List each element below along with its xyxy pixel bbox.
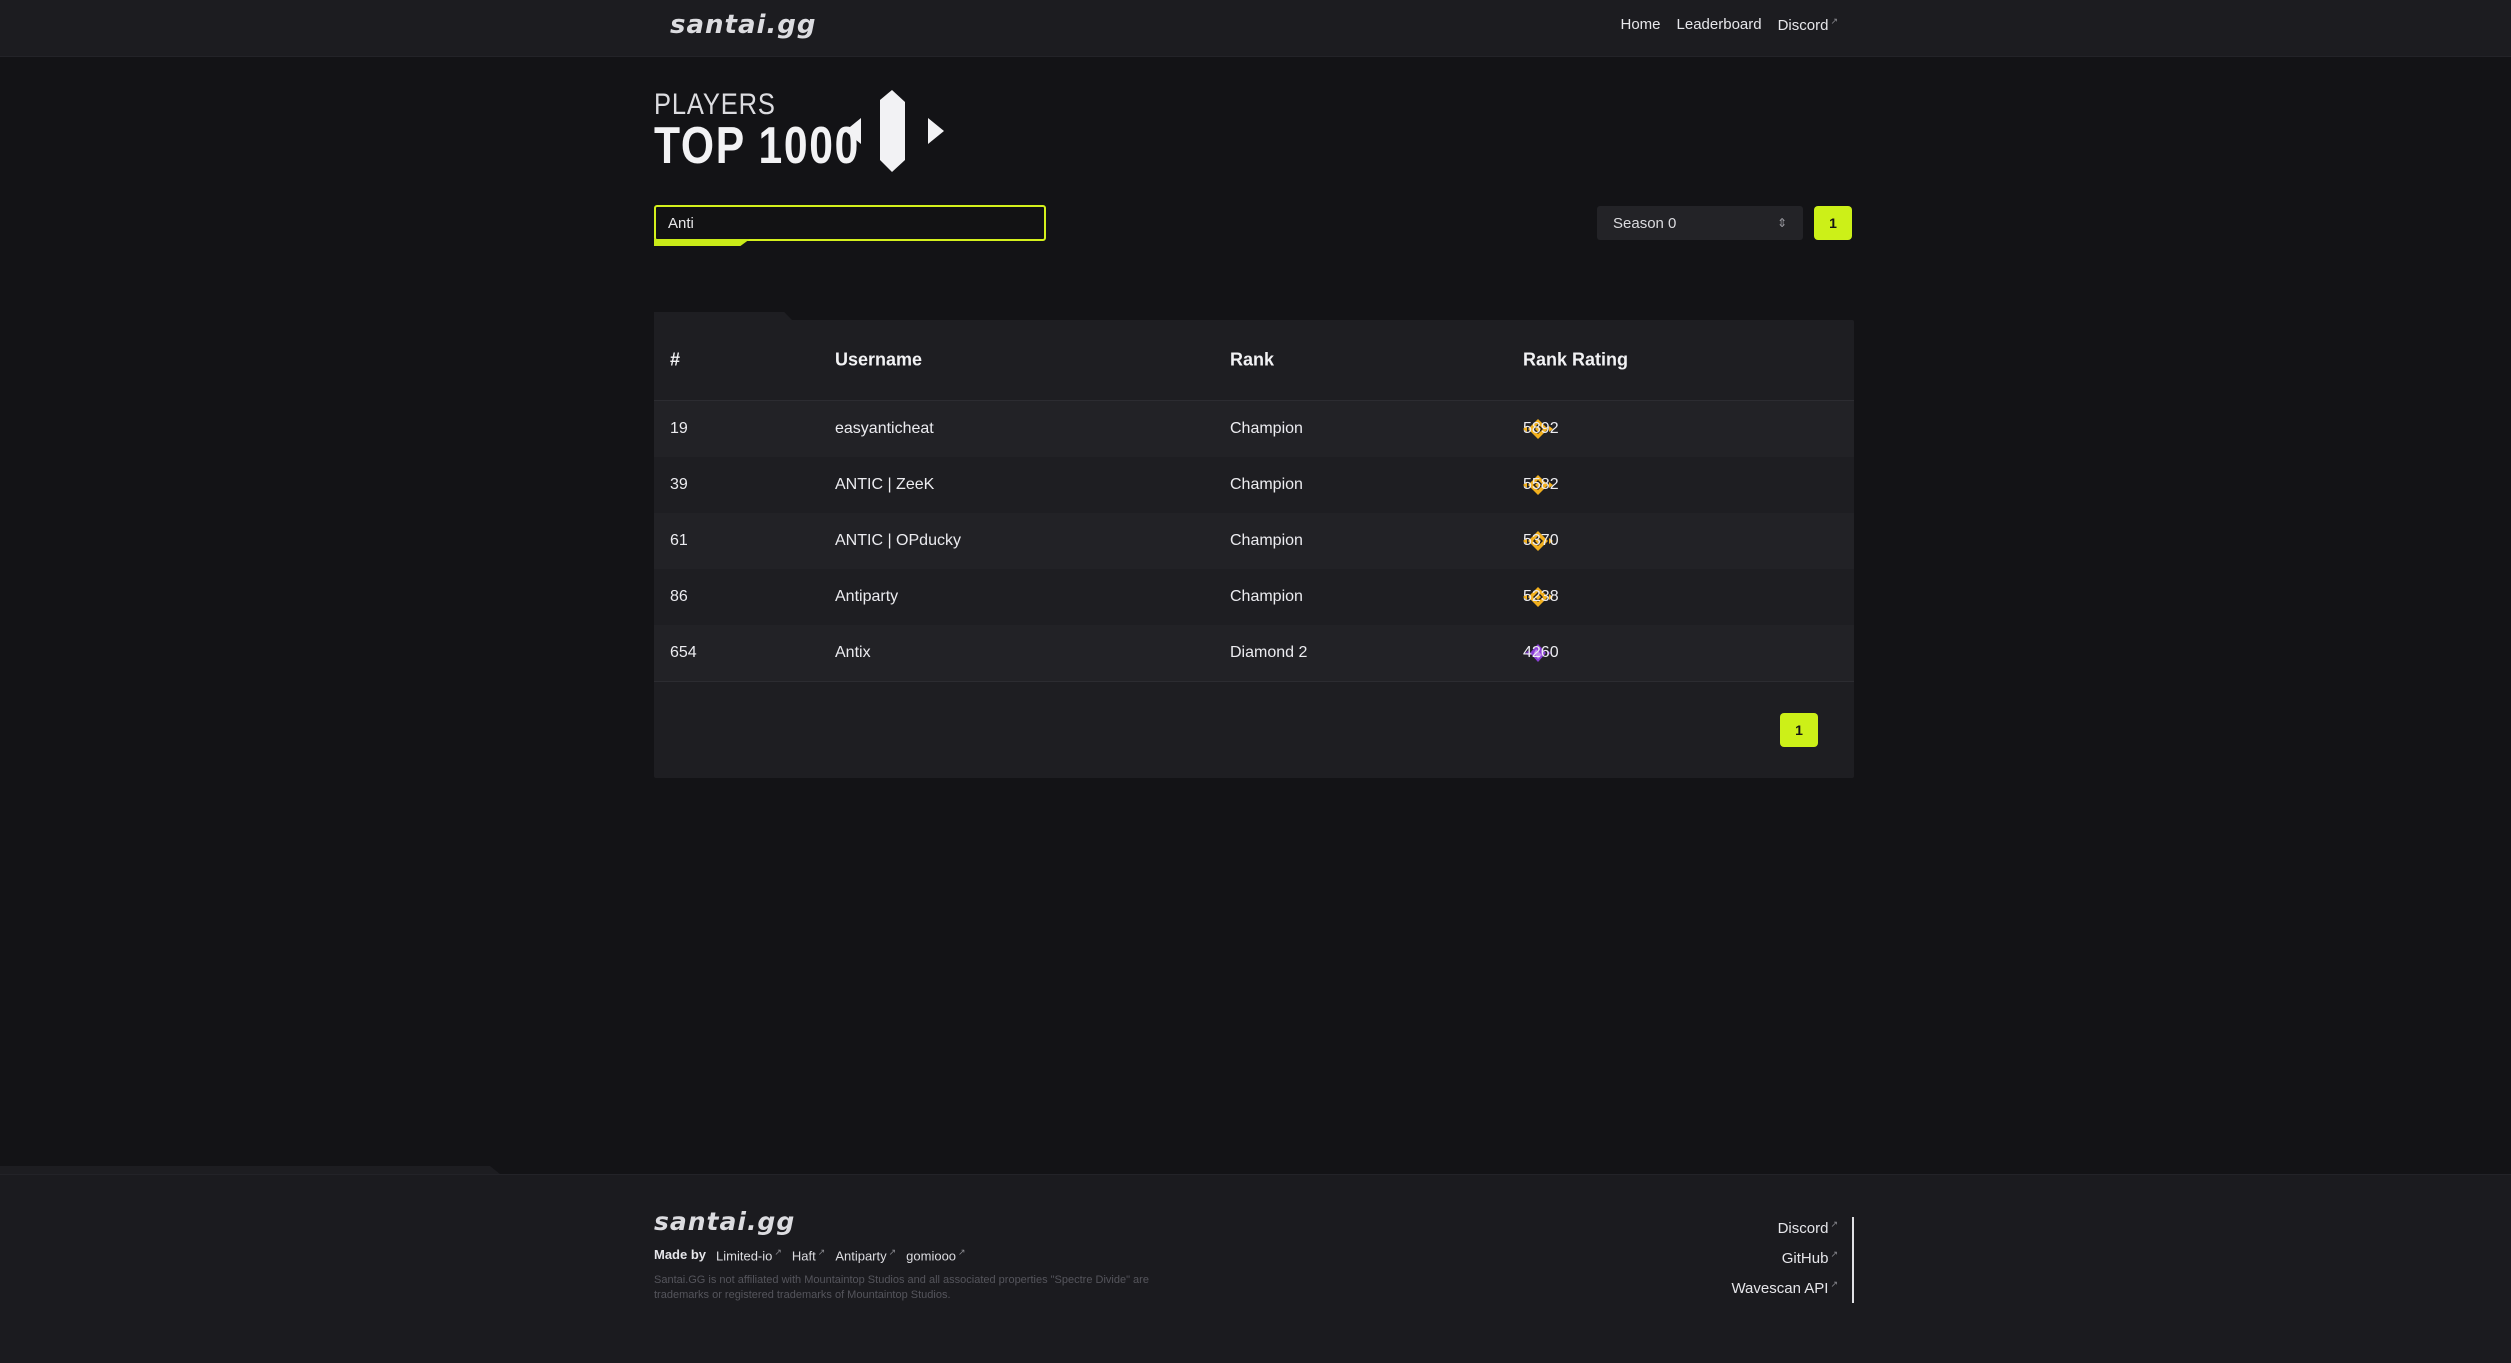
page-title: TOP 1000: [654, 117, 860, 175]
row-rating: 5892: [1523, 418, 1559, 440]
table-header: # Username Rank Rank Rating: [654, 320, 1854, 401]
site-logo[interactable]: santai.gg: [670, 10, 817, 40]
external-link-icon: ↗: [1830, 1249, 1838, 1259]
season-select-value: Season 0: [1613, 214, 1677, 232]
nav-leaderboard-link[interactable]: Leaderboard: [1677, 16, 1762, 34]
footer-github-link[interactable]: GitHub ↗: [1782, 1249, 1838, 1267]
author-link-antiparty[interactable]: Antiparty ↗: [835, 1247, 896, 1263]
rating-value: 5892: [1523, 420, 1559, 437]
rating-value: 5238: [1523, 588, 1559, 605]
page-button-top[interactable]: 1: [1814, 206, 1852, 240]
column-header-rank-rating: Rank Rating: [1523, 349, 1629, 370]
rating-value: 5582: [1523, 476, 1559, 493]
player-search-input[interactable]: [654, 205, 1046, 241]
row-rank: Diamond 2: [1230, 644, 1308, 661]
external-link-icon: ↗: [817, 1247, 826, 1257]
footer-nav: Discord ↗ GitHub ↗ Wavescan API ↗: [1731, 1219, 1838, 1297]
table-row[interactable]: 86 Antiparty Champion 5238: [654, 569, 1854, 625]
top-navbar: santai.gg Home Leaderboard Discord ↗: [0, 0, 2511, 57]
table-row[interactable]: 654 Antix Diamond 2 4260: [654, 625, 1854, 681]
footer-disclaimer: Santai.GG is not affiliated with Mountai…: [654, 1274, 1149, 1301]
row-rank: Champion: [1230, 588, 1303, 605]
row-rank: Champion: [1230, 532, 1303, 549]
external-link-icon: ↗: [774, 1247, 782, 1257]
table-row[interactable]: 19 easyanticheat Champion 5892: [654, 401, 1854, 457]
column-header-rank: Rank: [1230, 349, 1275, 370]
footer-wavescan-api-link[interactable]: Wavescan API ↗: [1731, 1279, 1838, 1297]
row-username[interactable]: ANTIC | ZeeK: [835, 476, 934, 494]
row-position: 86: [670, 588, 688, 605]
external-link-icon: ↗: [1830, 1219, 1838, 1229]
external-link-icon: ↗: [888, 1247, 897, 1257]
site-footer: santai.gg Made by Limited-io ↗ Haft ↗ Anti…: [0, 1174, 2511, 1363]
column-header-username: Username: [835, 349, 923, 370]
main-nav: Home Leaderboard Discord ↗: [1621, 16, 1839, 34]
column-header-position: #: [670, 349, 681, 370]
table-row[interactable]: 61 ANTIC | OPducky Champion 5370: [654, 513, 1854, 569]
nav-discord-link[interactable]: Discord ↗: [1778, 16, 1838, 34]
row-username[interactable]: ANTIC | OPducky: [835, 532, 961, 550]
select-arrows-icon: ⇕: [1776, 216, 1787, 230]
rating-value: 4260: [1523, 644, 1559, 661]
row-position: 654: [670, 644, 697, 661]
table-footer: 1: [654, 681, 1854, 779]
made-by-label: Made by: [654, 1247, 707, 1262]
search-container: [654, 205, 1046, 246]
row-position: 39: [670, 476, 688, 493]
footer-discord-link[interactable]: Discord ↗: [1778, 1219, 1838, 1237]
external-link-icon: ↗: [1830, 16, 1838, 26]
season-select[interactable]: Season 0 ⇕: [1597, 206, 1803, 240]
table-body: 19 easyanticheat Champion 5892 39 ANTIC …: [654, 401, 1854, 681]
footer-divider: [1852, 1217, 1854, 1303]
search-accent-bar: [654, 239, 750, 246]
nav-home-link[interactable]: Home: [1621, 16, 1661, 34]
row-rating: 5370: [1523, 530, 1559, 552]
external-link-icon: ↗: [1830, 1279, 1838, 1289]
row-username[interactable]: easyanticheat: [835, 420, 934, 438]
row-position: 61: [670, 532, 688, 549]
leaderboard-table: # Username Rank Rank Rating 19 easyantic…: [654, 320, 1854, 778]
row-position: 19: [670, 420, 688, 437]
made-by-credits: Made by Limited-io ↗ Haft ↗ Antiparty ↗ gom…: [654, 1247, 966, 1263]
row-rank: Champion: [1230, 420, 1303, 437]
row-rank: Champion: [1230, 476, 1303, 493]
row-rating: 5238: [1523, 586, 1559, 608]
rating-value: 5370: [1523, 532, 1559, 549]
row-username[interactable]: Antix: [835, 644, 871, 662]
page-button-bottom[interactable]: 1: [1780, 713, 1818, 747]
footer-logo[interactable]: santai.gg: [654, 1207, 795, 1236]
author-link-haft[interactable]: Haft ↗: [792, 1247, 825, 1263]
spectre-emblem-icon: [845, 90, 944, 172]
author-link-gomiooo[interactable]: gomiooo ↗: [906, 1247, 965, 1263]
row-rating: 4260: [1523, 642, 1559, 664]
external-link-icon: ↗: [958, 1247, 966, 1257]
row-rating: 5582: [1523, 474, 1559, 496]
footer-notch: [0, 1166, 500, 1174]
row-username[interactable]: Antiparty: [835, 588, 898, 606]
table-row[interactable]: 39 ANTIC | ZeeK Champion 5582: [654, 457, 1854, 513]
author-link-limited-io[interactable]: Limited-io ↗: [716, 1247, 782, 1263]
